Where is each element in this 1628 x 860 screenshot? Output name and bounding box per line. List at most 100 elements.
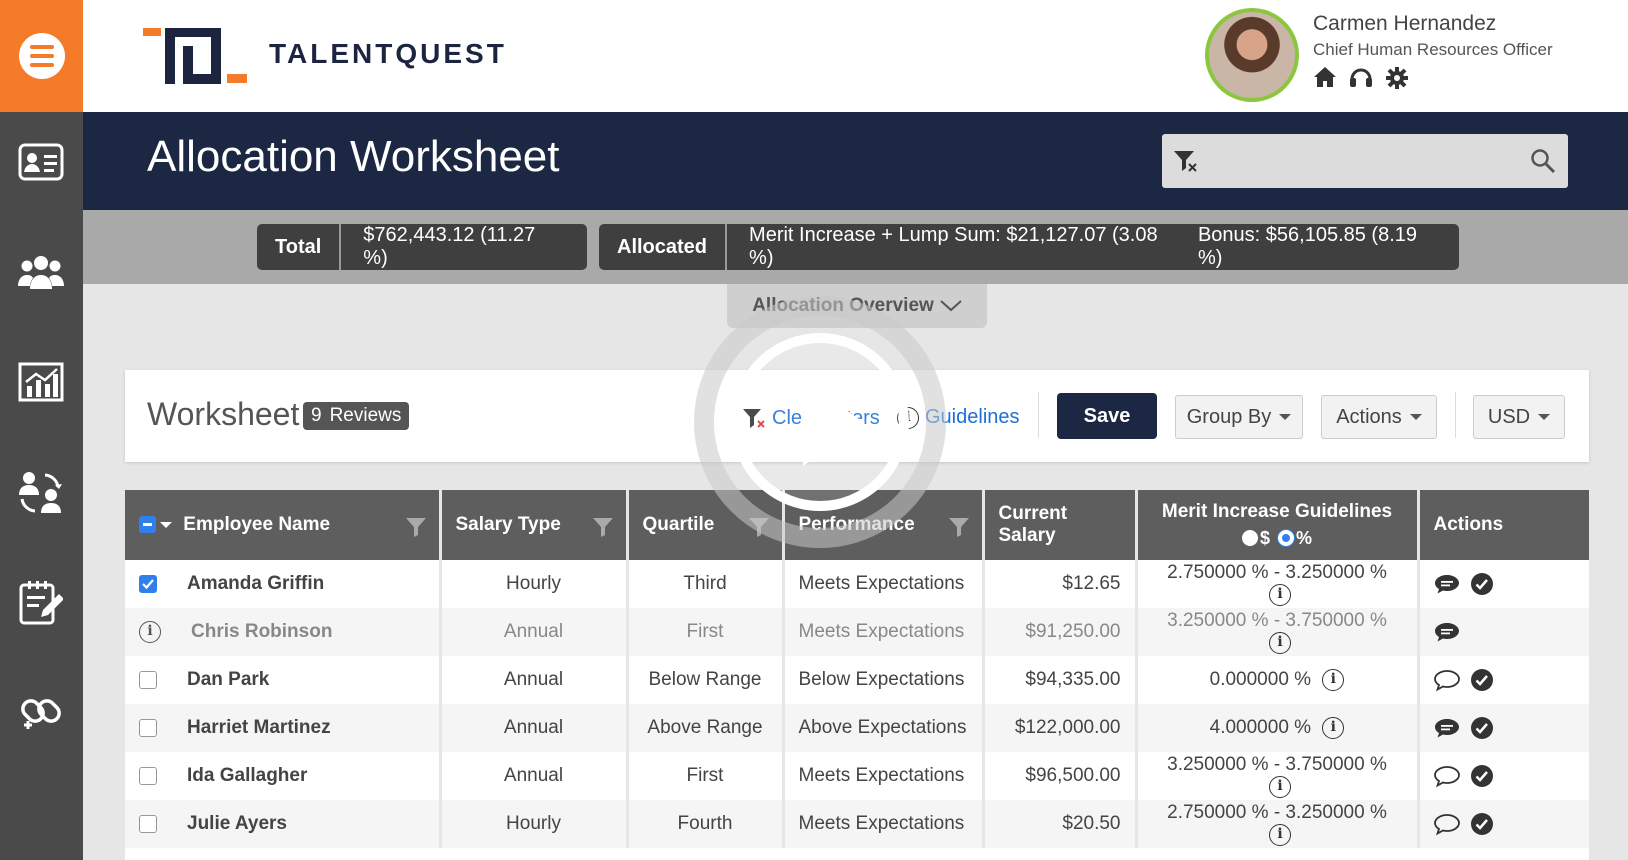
check-circle-icon[interactable] [1470, 668, 1494, 692]
menu-button[interactable] [0, 0, 83, 112]
headset-icon[interactable] [1349, 66, 1373, 88]
employee-name-cell[interactable]: Julie Ayers [125, 800, 442, 848]
comment-icon[interactable] [1433, 669, 1460, 691]
employee-name[interactable]: Harriet Martinez [187, 717, 331, 738]
quartile-cell: Third [627, 560, 785, 608]
home-icon[interactable] [1313, 66, 1337, 88]
quartile-cell: First [627, 752, 785, 800]
row-checkbox[interactable] [139, 814, 157, 833]
info-icon[interactable]: i [1269, 631, 1291, 654]
row-checkbox[interactable] [139, 670, 157, 689]
employee-name-cell[interactable]: Dan Park [125, 656, 442, 704]
user-name: Carmen Hernandez [1313, 12, 1497, 35]
header-employee-name[interactable]: Employee Name [125, 490, 442, 560]
row-actions-cell [1418, 752, 1589, 800]
filter-icon[interactable] [948, 516, 970, 538]
header-merit-guidelines[interactable]: Merit Increase Guidelines $ % [1136, 490, 1420, 560]
employee-name-cell[interactable]: Harriet Martinez [125, 704, 442, 752]
group-by-dropdown[interactable]: Group By [1175, 395, 1303, 439]
comment-filled-icon[interactable] [1434, 717, 1460, 739]
percent-option[interactable]: % [1278, 526, 1312, 551]
people-sync-icon[interactable] [16, 467, 66, 517]
quartile-cell: First [627, 608, 785, 656]
filter-icon[interactable] [1172, 148, 1198, 174]
total-pill: Total $762,443.12 (11.27 %) [257, 224, 587, 270]
value-type-toggle[interactable]: $ % [1152, 526, 1403, 551]
link-icon[interactable] [16, 687, 66, 737]
worksheet-title: Worksheet [147, 396, 300, 432]
employee-card-icon[interactable] [16, 137, 66, 187]
employee-name-cell[interactable]: i Chris Robinson [125, 608, 442, 656]
gear-icon[interactable] [1385, 66, 1409, 90]
check-circle-icon[interactable] [1470, 716, 1494, 740]
table-row[interactable]: Amanda Griffin Hourly Third Meets Expectati… [125, 560, 1589, 608]
table-row[interactable]: Julie Ayers Hourly Fourth Meets Expectation… [125, 800, 1589, 848]
comment-icon[interactable] [1433, 765, 1460, 787]
select-all-checkbox[interactable] [139, 516, 172, 534]
employee-name[interactable]: Ida Gallagher [187, 765, 307, 786]
employee-name-cell[interactable]: Amanda Griffin [125, 560, 442, 608]
avatar[interactable] [1205, 8, 1299, 102]
search-input[interactable] [1210, 142, 1510, 180]
row-actions-cell [1418, 656, 1589, 704]
check-circle-icon[interactable] [1470, 764, 1494, 788]
merit-guideline-cell: 3.250000 % - 3.750000 % i [1136, 752, 1420, 800]
salary-type-cell: Hourly [440, 560, 629, 608]
info-icon[interactable]: i [1269, 775, 1291, 798]
salary-type-cell: Annual [440, 608, 629, 656]
table-row[interactable]: Dan Park Annual Below Range Below Expectati… [125, 656, 1589, 704]
performance-cell: Meets Expectations [783, 800, 985, 848]
table-row[interactable]: Harriet Martinez Annual Above Range Above E… [125, 704, 1589, 752]
edit-document-icon[interactable] [16, 577, 66, 627]
comment-filled-icon[interactable] [1434, 621, 1460, 643]
merit-guideline-cell: 3.250000 % - 3.750000 % i [1136, 608, 1420, 656]
guideline-value: 3.250000 % - 3.750000 % [1167, 753, 1387, 775]
row-checkbox[interactable] [139, 718, 157, 737]
dollar-option[interactable]: $ [1241, 526, 1270, 551]
header-label: Salary Type [455, 514, 561, 535]
info-icon[interactable]: i [1269, 583, 1291, 606]
employee-name[interactable]: Dan Park [187, 669, 269, 690]
summary-band: Total $762,443.12 (11.27 %) Allocated Me… [83, 210, 1628, 284]
currency-label: USD [1487, 405, 1531, 428]
info-icon[interactable]: i [1269, 823, 1291, 846]
row-checkbox[interactable] [139, 574, 157, 593]
search-icon[interactable] [1530, 148, 1556, 174]
people-group-icon[interactable] [16, 247, 66, 297]
row-actions-cell [1418, 800, 1589, 848]
row-actions-cell [1418, 704, 1589, 752]
table-row[interactable]: i Chris Robinson Annual First Meets Expectat… [125, 608, 1589, 656]
actions-dropdown[interactable]: Actions [1321, 395, 1437, 439]
comment-icon[interactable] [1433, 813, 1460, 835]
employee-name[interactable]: Amanda Griffin [187, 573, 324, 594]
chart-icon[interactable] [16, 357, 66, 407]
header-current-salary[interactable]: Current Salary [983, 490, 1138, 560]
caret-down-icon [160, 521, 172, 528]
current-salary-cell: $20.50 [983, 800, 1138, 848]
dollar-label: $ [1259, 527, 1270, 548]
caret-down-icon [1279, 414, 1292, 420]
save-button[interactable]: Save [1057, 393, 1157, 439]
info-icon[interactable]: i [139, 620, 161, 643]
employee-name[interactable]: Julie Ayers [187, 813, 287, 834]
comment-filled-icon[interactable] [1434, 573, 1460, 595]
top-header: TALENTQUEST Carmen Hernandez Chief Human… [83, 0, 1628, 112]
row-checkbox[interactable] [139, 766, 157, 785]
header-salary-type[interactable]: Salary Type [440, 490, 629, 560]
page-title: Allocation Worksheet [147, 132, 560, 181]
employee-name-cell[interactable]: Ida Gallagher [125, 752, 442, 800]
table-row[interactable]: Ida Gallagher Annual First Meets Expectatio… [125, 752, 1589, 800]
check-circle-icon[interactable] [1470, 812, 1494, 836]
guideline-value: 3.250000 % - 3.750000 % [1167, 609, 1387, 631]
employee-name[interactable]: Chris Robinson [191, 621, 332, 642]
search-box[interactable] [1162, 134, 1568, 188]
check-circle-icon[interactable] [1470, 572, 1494, 596]
filter-icon[interactable] [592, 516, 614, 538]
performance-cell: Above Expectations [783, 704, 985, 752]
info-icon[interactable]: i [1322, 668, 1345, 691]
current-salary-cell: $12.65 [983, 560, 1138, 608]
allocated-label: Allocated [599, 224, 728, 270]
currency-dropdown[interactable]: USD [1473, 395, 1565, 439]
info-icon[interactable]: i [1322, 716, 1345, 739]
filter-icon[interactable] [405, 516, 427, 538]
